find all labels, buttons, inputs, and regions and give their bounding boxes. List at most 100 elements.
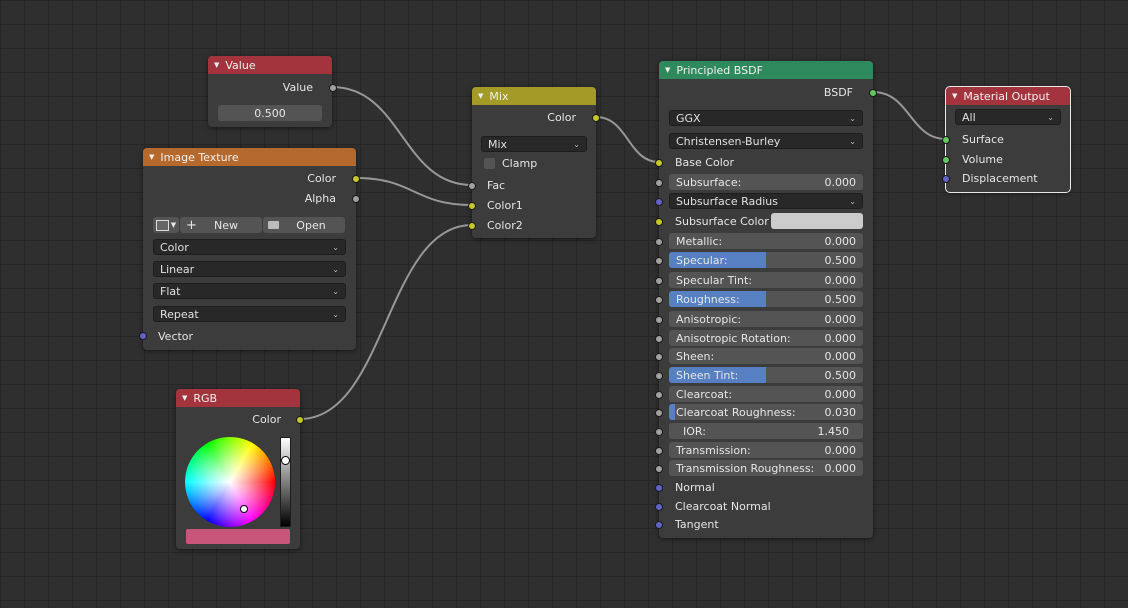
value-output-socket[interactable] <box>329 84 337 92</box>
displacement-input-socket[interactable] <box>942 175 950 183</box>
roughness-input-socket[interactable] <box>655 296 663 304</box>
anisotropic-rotation-input-socket[interactable] <box>655 335 663 343</box>
rgb-color-swatch[interactable] <box>186 529 290 544</box>
tangent-input-socket[interactable] <box>655 521 663 529</box>
tangent-row: Tangent <box>675 515 719 533</box>
subsurface-field[interactable]: Subsurface: 0.000 <box>669 174 863 190</box>
specular-tint-input-socket[interactable] <box>655 277 663 285</box>
vector-input-socket[interactable] <box>139 332 147 340</box>
mix-output-socket[interactable] <box>592 114 600 122</box>
transmission-roughness-field[interactable]: Transmission Roughness: 0.000 <box>669 460 863 476</box>
color2-input-socket[interactable] <box>468 222 476 230</box>
base-color-input-socket[interactable] <box>655 159 663 167</box>
clearcoat-normal-input-socket[interactable] <box>655 503 663 511</box>
value-slider-handle[interactable] <box>281 456 290 465</box>
image-texture-header[interactable]: ▼ Image Texture <box>143 148 356 166</box>
color-wheel-cursor[interactable] <box>240 505 248 513</box>
texture-alpha-output-row: Alpha <box>143 189 336 207</box>
blend-mode-dropdown[interactable]: Mix ⌄ <box>481 136 587 152</box>
roughness-field[interactable]: Roughness: 0.500 <box>669 291 863 307</box>
extension-dropdown[interactable]: Repeat ⌄ <box>153 306 346 322</box>
bsdf-output-row: BSDF <box>659 83 853 101</box>
rgb-node-header[interactable]: ▼ RGB <box>176 389 300 407</box>
value-slider[interactable] <box>280 437 291 527</box>
anisotropic-rotation-field[interactable]: Anisotropic Rotation: 0.000 <box>669 330 863 346</box>
value-node-title: Value <box>225 58 256 72</box>
chevron-down-icon: ⌄ <box>849 113 856 123</box>
metallic-field[interactable]: Metallic: 0.000 <box>669 233 863 249</box>
specular-input-socket[interactable] <box>655 257 663 265</box>
transmission-field[interactable]: Transmission: 0.000 <box>669 442 863 458</box>
mix-output-row: Color <box>472 108 576 126</box>
value-node-header[interactable]: ▼ Value <box>208 56 332 74</box>
material-output-title: Material Output <box>963 89 1050 103</box>
subsurface-radius-dropdown[interactable]: Subsurface Radius ⌄ <box>669 193 863 209</box>
color-wheel[interactable] <box>185 437 275 527</box>
render-target-dropdown[interactable]: All ⌄ <box>955 109 1061 125</box>
subsurface-color-input-socket[interactable] <box>655 218 663 226</box>
value-field[interactable]: 0.500 <box>218 105 322 121</box>
clearcoat-roughness-field[interactable]: Clearcoat Roughness: 0.030 <box>669 404 863 420</box>
transmission-input-socket[interactable] <box>655 447 663 455</box>
anisotropic-input-socket[interactable] <box>655 316 663 324</box>
ior-field[interactable]: IOR: 1.450 <box>669 423 863 439</box>
sheen-tint-field[interactable]: Sheen Tint: 0.500 <box>669 367 863 383</box>
subsurface-method-dropdown[interactable]: Christensen-Burley ⌄ <box>669 133 863 149</box>
anisotropic-field[interactable]: Anisotropic: 0.000 <box>669 311 863 327</box>
fac-input-socket[interactable] <box>468 182 476 190</box>
color2-input-row: Color2 <box>487 216 523 234</box>
bsdf-header[interactable]: ▼ Principled BSDF <box>659 61 873 79</box>
metallic-input-socket[interactable] <box>655 238 663 246</box>
open-image-button[interactable]: Open <box>263 217 345 233</box>
distribution-dropdown[interactable]: GGX ⌄ <box>669 110 863 126</box>
rgb-output-socket[interactable] <box>296 416 304 424</box>
ior-input-socket[interactable] <box>655 428 663 436</box>
collapse-triangle-icon[interactable]: ▼ <box>182 394 187 402</box>
bsdf-output-socket[interactable] <box>869 89 877 97</box>
specular-tint-field[interactable]: Specular Tint: 0.000 <box>669 272 863 288</box>
chevron-down-icon: ⌄ <box>332 242 339 252</box>
color-space-dropdown[interactable]: Color ⌄ <box>153 239 346 255</box>
collapse-triangle-icon[interactable]: ▼ <box>478 92 483 100</box>
subsurface-color-swatch[interactable] <box>771 213 863 229</box>
chevron-down-icon: ⌄ <box>332 309 339 319</box>
clamp-checkbox[interactable] <box>484 158 495 169</box>
sheen-field[interactable]: Sheen: 0.000 <box>669 348 863 364</box>
subsurface-radius-input-socket[interactable] <box>655 198 663 206</box>
collapse-triangle-icon[interactable]: ▼ <box>952 92 957 100</box>
transmission-roughness-input-socket[interactable] <box>655 465 663 473</box>
texture-color-output-socket[interactable] <box>352 175 360 183</box>
link-mix-to-base-color <box>595 116 660 163</box>
texture-alpha-output-socket[interactable] <box>352 195 360 203</box>
mix-node[interactable]: ▼ Mix Color Mix ⌄ Clamp Fac Color1 Color2 <box>468 87 600 238</box>
chevron-down-icon: ⌄ <box>332 286 339 296</box>
collapse-triangle-icon[interactable]: ▼ <box>214 61 219 69</box>
image-texture-node[interactable]: ▼ Image Texture Color Alpha ▼ + New Open… <box>139 148 360 350</box>
base-color-row: Base Color <box>675 153 734 171</box>
color1-input-socket[interactable] <box>468 202 476 210</box>
volume-input-socket[interactable] <box>942 156 950 164</box>
clearcoat-roughness-input-socket[interactable] <box>655 409 663 417</box>
sheen-input-socket[interactable] <box>655 353 663 361</box>
image-browse-button[interactable]: ▼ <box>153 217 179 233</box>
chevron-down-icon: ⌄ <box>849 196 856 206</box>
clearcoat-field[interactable]: Clearcoat: 0.000 <box>669 386 863 402</box>
surface-input-socket[interactable] <box>942 136 950 144</box>
material-output-node[interactable]: ▼ Material Output All ⌄ Surface Volume Di… <box>942 86 1071 193</box>
folder-icon <box>268 221 279 229</box>
principled-bsdf-node[interactable]: ▼ Principled BSDF BSDF GGX ⌄ Christensen-… <box>655 61 877 538</box>
value-node[interactable]: ▼ Value Value 0.500 <box>208 56 337 127</box>
collapse-triangle-icon[interactable]: ▼ <box>665 66 670 74</box>
sheen-tint-input-socket[interactable] <box>655 372 663 380</box>
subsurface-input-socket[interactable] <box>655 179 663 187</box>
projection-dropdown[interactable]: Flat ⌄ <box>153 283 346 299</box>
interpolation-dropdown[interactable]: Linear ⌄ <box>153 261 346 277</box>
collapse-triangle-icon[interactable]: ▼ <box>149 153 154 161</box>
clearcoat-input-socket[interactable] <box>655 391 663 399</box>
mix-node-header[interactable]: ▼ Mix <box>472 87 596 105</box>
specular-field[interactable]: Specular: 0.500 <box>669 252 863 268</box>
rgb-node[interactable]: ▼ RGB Color <box>176 389 304 549</box>
material-output-header[interactable]: ▼ Material Output <box>946 87 1070 105</box>
normal-input-socket[interactable] <box>655 484 663 492</box>
new-image-button[interactable]: + New <box>180 217 262 233</box>
